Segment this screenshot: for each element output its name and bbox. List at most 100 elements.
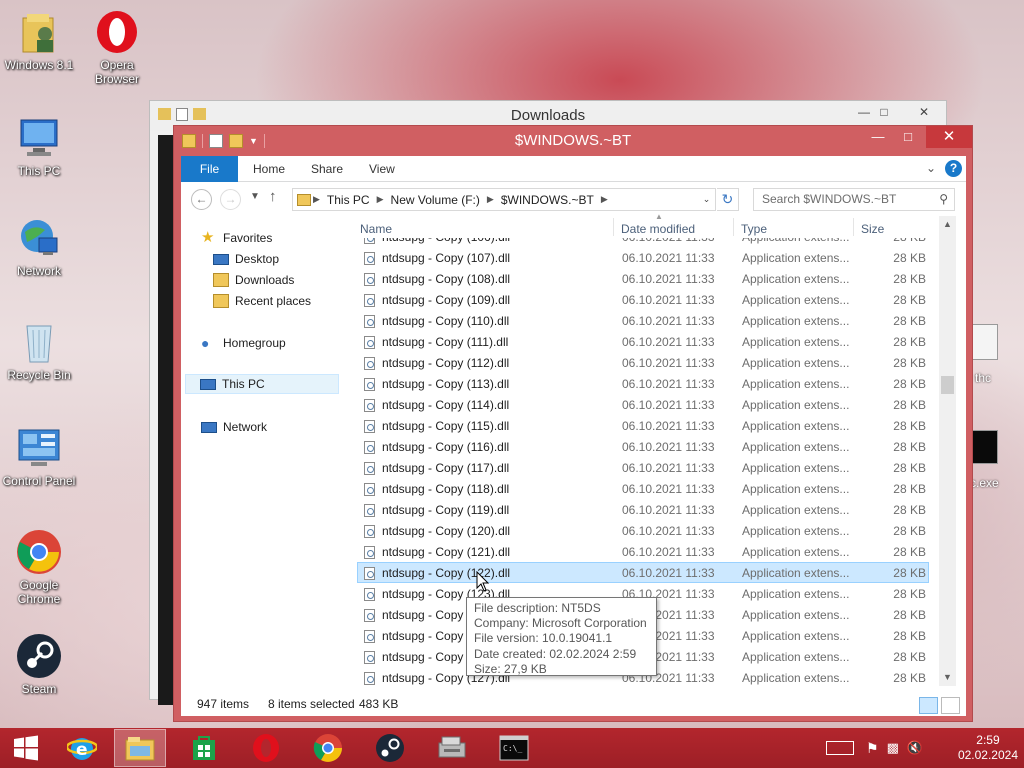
breadcrumb-item[interactable]: This PC	[322, 193, 375, 207]
column-header-size[interactable]: Size	[861, 216, 884, 238]
volume-muted-icon[interactable]: 🔇	[907, 740, 923, 756]
clock[interactable]: 2:59 02.02.2024	[958, 733, 1018, 763]
start-button[interactable]	[0, 729, 52, 767]
tab-file[interactable]: File	[181, 156, 238, 182]
network-status-icon[interactable]: ▩	[887, 740, 899, 756]
nav-label: This PC	[222, 377, 265, 391]
help-icon[interactable]: ?	[945, 160, 962, 177]
scroll-down-icon[interactable]: ▼	[939, 669, 956, 686]
table-row[interactable]: ntdsupg - Copy (118).dll 06.10.2021 11:33…	[357, 478, 929, 499]
expand-ribbon-icon[interactable]: ⌄	[926, 161, 936, 175]
back-button[interactable]: ←	[191, 189, 212, 210]
desktop-icon-steam[interactable]: Steam	[0, 632, 78, 696]
selected-count: 8 items selected	[268, 697, 355, 711]
table-row[interactable]: ntdsupg - Copy (110).dll 06.10.2021 11:33…	[357, 310, 929, 331]
vertical-scrollbar[interactable]: ▲ ▼	[939, 216, 956, 686]
address-bar[interactable]: ▶ This PC ▶ New Volume (F:) ▶ $WINDOWS.~…	[292, 188, 716, 211]
desktop-icon-opera[interactable]: Opera Browser	[78, 8, 156, 86]
taskbar-chrome[interactable]	[302, 729, 354, 767]
desktop-icon-peek-cmd[interactable]	[970, 430, 998, 464]
desktop-icon-recyclebin[interactable]: Recycle Bin	[0, 318, 78, 382]
table-row[interactable]: ntdsupg - Copy (120).dll 06.10.2021 11:33…	[357, 520, 929, 541]
column-divider[interactable]	[853, 218, 854, 236]
table-row[interactable]: ntdsupg - Copy (107).dll 06.10.2021 11:33…	[357, 247, 929, 268]
nav-desktop[interactable]: Desktop	[213, 249, 279, 269]
system-tray: ⚑ ▩ 🔇	[826, 728, 923, 768]
ribbon: File Home Share View ⌄ ?	[181, 156, 966, 182]
scroll-up-icon[interactable]: ▲	[939, 216, 956, 233]
nav-downloads[interactable]: Downloads	[213, 270, 294, 290]
forward-button[interactable]: →	[220, 189, 241, 210]
taskbar-disk-tool[interactable]	[426, 729, 478, 767]
maximize-button[interactable]: □	[870, 101, 898, 123]
nav-favorites[interactable]: ★ Favorites	[201, 228, 272, 248]
taskbar-ie[interactable]: e	[56, 729, 108, 767]
table-row[interactable]: ntdsupg - Copy (115).dll 06.10.2021 11:33…	[357, 415, 929, 436]
scrollbar-thumb[interactable]	[941, 376, 954, 394]
column-header-date[interactable]: Date modified	[621, 216, 695, 238]
column-divider[interactable]	[733, 218, 734, 236]
dll-file-icon	[364, 336, 375, 349]
file-type: Application extens...	[742, 503, 850, 517]
desktop-icon-windows81[interactable]: Windows 8.1	[0, 8, 78, 72]
search-placeholder: Search $WINDOWS.~BT	[762, 192, 897, 206]
taskbar-cmd[interactable]: C:\_	[488, 729, 540, 767]
table-row[interactable]: ntdsupg - Copy (112).dll 06.10.2021 11:33…	[357, 352, 929, 373]
taskbar-file-explorer[interactable]	[114, 729, 166, 767]
nav-thispc[interactable]: This PC	[185, 374, 339, 394]
close-button[interactable]: ✕	[904, 101, 944, 123]
tab-view[interactable]: View	[369, 156, 395, 182]
taskbar-opera[interactable]	[240, 729, 292, 767]
table-row[interactable]: ntdsupg - Copy (114).dll 06.10.2021 11:33…	[357, 394, 929, 415]
taskbar-store[interactable]	[178, 729, 230, 767]
clock-date: 02.02.2024	[957, 748, 1018, 762]
file-type: Application extens...	[742, 356, 850, 370]
desktop-icon-thispc[interactable]: This PC	[0, 114, 78, 178]
recent-locations-icon[interactable]: ▼	[250, 191, 260, 202]
table-row[interactable]: ntdsupg - Copy (108).dll 06.10.2021 11:33…	[357, 268, 929, 289]
keyboard-icon[interactable]	[826, 741, 854, 755]
refresh-button[interactable]: ↻	[717, 188, 739, 211]
desktop-icon-network[interactable]: Network	[0, 214, 78, 278]
maximize-button[interactable]: □	[896, 126, 920, 148]
flag-icon[interactable]: ⚑	[866, 740, 879, 757]
tab-share[interactable]: Share	[311, 156, 343, 182]
details-view-button[interactable]	[919, 697, 938, 714]
up-button[interactable]: ↑	[269, 188, 277, 205]
downloads-folder-icon	[213, 273, 229, 287]
close-button[interactable]: ✕	[926, 126, 972, 148]
search-input[interactable]: Search $WINDOWS.~BT ⚲	[753, 188, 955, 211]
desktop-icon-controlpanel[interactable]: Control Panel	[0, 424, 78, 488]
command-prompt-icon: C:\_	[499, 735, 529, 761]
title-bar[interactable]: ▼ $WINDOWS.~BT — □ ✕	[174, 126, 972, 156]
desktop-icon-label: Network	[16, 264, 61, 278]
column-divider[interactable]	[613, 218, 614, 236]
breadcrumb-item[interactable]: New Volume (F:)	[386, 193, 485, 207]
file-size: 28 KB	[893, 461, 926, 475]
table-row[interactable]: ntdsupg - Copy (121).dll 06.10.2021 11:33…	[357, 541, 929, 562]
column-header-name[interactable]: Name	[360, 216, 392, 238]
nav-homegroup[interactable]: ● Homegroup	[201, 333, 286, 353]
large-icons-view-button[interactable]	[941, 697, 960, 714]
table-row[interactable]: ntdsupg - Copy (119).dll 06.10.2021 11:33…	[357, 499, 929, 520]
nav-recent[interactable]: Recent places	[213, 291, 311, 311]
column-header-type[interactable]: Type	[741, 216, 767, 238]
address-history-icon[interactable]: ⌄	[698, 194, 715, 205]
file-type: Application extens...	[742, 629, 850, 643]
file-type: Application extens...	[742, 461, 850, 475]
table-row[interactable]: ntdsupg - Copy (106).dll06.10.2021 11:33…	[357, 238, 929, 247]
minimize-button[interactable]: —	[866, 126, 890, 148]
desktop-icon-chrome[interactable]: Google Chrome	[0, 528, 78, 606]
taskbar-steam[interactable]	[364, 729, 416, 767]
table-row[interactable]: ntdsupg - Copy (122).dll 06.10.2021 11:33…	[357, 562, 929, 583]
file-size: 28 KB	[893, 482, 926, 496]
table-row[interactable]: ntdsupg - Copy (109).dll 06.10.2021 11:33…	[357, 289, 929, 310]
table-row[interactable]: ntdsupg - Copy (113).dll 06.10.2021 11:33…	[357, 373, 929, 394]
desktop-icon-peek-doc[interactable]	[972, 324, 998, 360]
nav-network[interactable]: Network	[201, 417, 267, 437]
table-row[interactable]: ntdsupg - Copy (116).dll 06.10.2021 11:33…	[357, 436, 929, 457]
tab-home[interactable]: Home	[253, 156, 285, 182]
table-row[interactable]: ntdsupg - Copy (111).dll 06.10.2021 11:33…	[357, 331, 929, 352]
breadcrumb-item[interactable]: $WINDOWS.~BT	[496, 193, 599, 207]
table-row[interactable]: ntdsupg - Copy (117).dll 06.10.2021 11:33…	[357, 457, 929, 478]
